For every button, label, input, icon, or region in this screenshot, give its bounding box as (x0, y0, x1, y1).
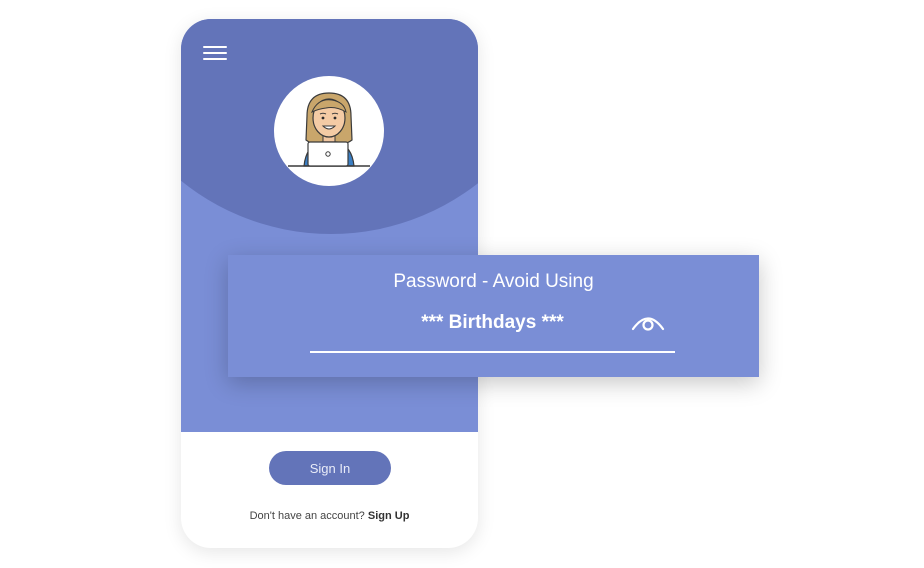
password-input-underline (310, 351, 675, 353)
signup-prompt-row: Don't have an account? Sign Up (181, 510, 478, 522)
eye-icon[interactable] (630, 310, 666, 334)
person-with-laptop-icon (288, 92, 370, 167)
avatar (274, 76, 384, 186)
sign-up-link[interactable]: Sign Up (368, 510, 410, 522)
hamburger-menu-icon[interactable] (203, 46, 227, 64)
sign-in-button[interactable]: Sign In (269, 451, 391, 485)
password-callout-card: Password - Avoid Using *** Birthdays *** (228, 255, 759, 377)
password-field-label: Password - Avoid Using (393, 271, 594, 292)
password-input[interactable]: *** Birthdays *** (310, 309, 675, 337)
signup-prompt-text: Don't have an account? (249, 510, 365, 522)
